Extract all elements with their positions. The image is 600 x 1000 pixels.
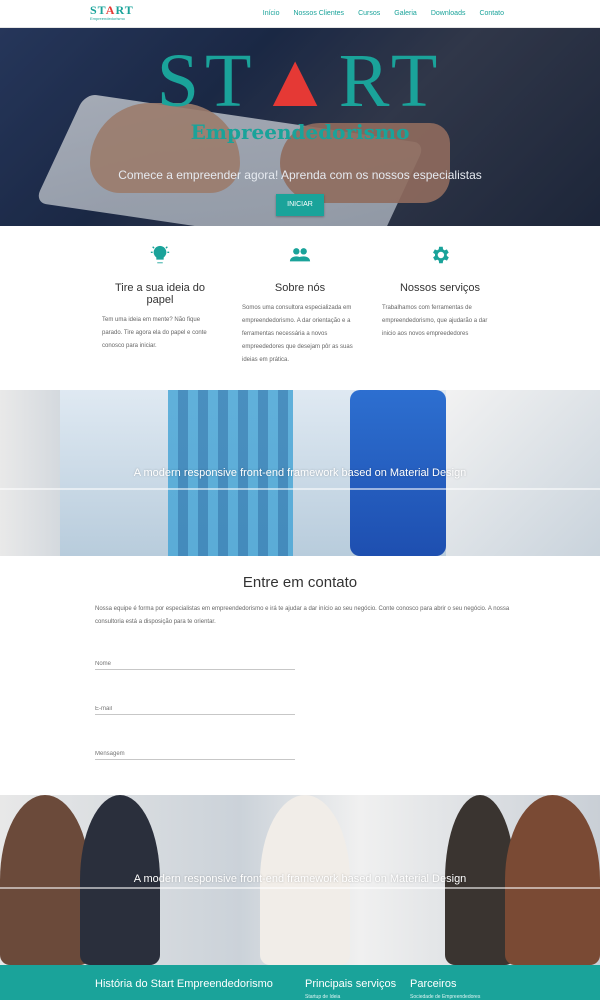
nav-link-clientes[interactable]: Nossos Clientes: [293, 10, 344, 17]
feature-title: Nossos serviços: [399, 282, 481, 294]
feature-card: Sobre nós Somos uma consultora especiali…: [230, 244, 370, 384]
name-field[interactable]: [95, 652, 295, 670]
feature-text: Somos uma consultora especializada em em…: [242, 305, 353, 363]
feature-title: Tire a sua ideia do papel: [114, 282, 206, 306]
features-section: Tire a sua ideia do papel Tem uma ideia …: [90, 244, 510, 384]
parallax-text: A modern responsive front-end framework …: [133, 467, 467, 479]
group-icon: [240, 244, 360, 266]
footer-services-title: Principais serviços: [305, 978, 397, 990]
parallax-banner: A modern responsive front-end framework …: [0, 795, 600, 965]
contact-section: Entre em contato Nossa equipe é forma po…: [95, 574, 515, 629]
lightbulb-icon: [100, 244, 220, 266]
nav-links: Início Nossos Clientes Cursos Galeria Do…: [263, 10, 504, 17]
footer-services-link[interactable]: Startup de Ideia: [305, 994, 340, 1000]
nav-link-contato[interactable]: Contato: [479, 10, 504, 17]
message-input[interactable]: [95, 751, 295, 757]
top-navbar: START Empreendedorismo Início Nossos Cli…: [0, 0, 600, 28]
email-input[interactable]: [95, 706, 295, 712]
brand-logo[interactable]: START Empreendedorismo: [90, 4, 133, 22]
email-field[interactable]: [95, 697, 295, 715]
nav-link-cursos[interactable]: Cursos: [358, 10, 380, 17]
nav-link-galeria[interactable]: Galeria: [394, 10, 417, 17]
nav-link-downloads[interactable]: Downloads: [431, 10, 466, 17]
feature-card: Nossos serviços Trabalhamos com ferramen…: [370, 244, 510, 384]
footer: História do Start Empreendedorismo Princ…: [0, 965, 600, 1000]
parallax-banner: A modern responsive front-end framework …: [0, 390, 600, 556]
feature-title: Sobre nós: [274, 282, 326, 294]
contact-title: Entre em contato: [242, 574, 358, 591]
hero-title: ST▲RT: [156, 39, 444, 123]
feature-text: Trabalhamos com ferramentas de empreende…: [382, 305, 488, 337]
footer-partners-link[interactable]: Sociedade de Empreendedores: [410, 994, 480, 1000]
brand-logo-sub: Empreendedorismo: [90, 16, 125, 21]
feature-card: Tire a sua ideia do papel Tem uma ideia …: [90, 244, 230, 384]
hero-banner: ST▲RT Empreendedorismo Comece a empreend…: [0, 28, 600, 226]
contact-text: Nossa equipe é forma por especialistas e…: [95, 606, 510, 625]
footer-history-title: História do Start Empreendedorismo: [95, 978, 273, 990]
footer-partners-title: Parceiros: [410, 978, 457, 990]
hero-tagline: Comece a empreender agora! Aprenda com o…: [118, 168, 482, 182]
message-field[interactable]: [95, 742, 295, 760]
name-input[interactable]: [95, 661, 295, 667]
feature-text: Tem uma ideia em mente? Não fique parado…: [102, 317, 207, 349]
gear-icon: [380, 244, 500, 266]
start-button[interactable]: INICIAR: [276, 194, 324, 216]
hero-subtitle: Empreendedorismo: [190, 120, 410, 144]
nav-link-inicio[interactable]: Início: [263, 10, 280, 17]
parallax-text: A modern responsive front-end framework …: [133, 873, 467, 885]
